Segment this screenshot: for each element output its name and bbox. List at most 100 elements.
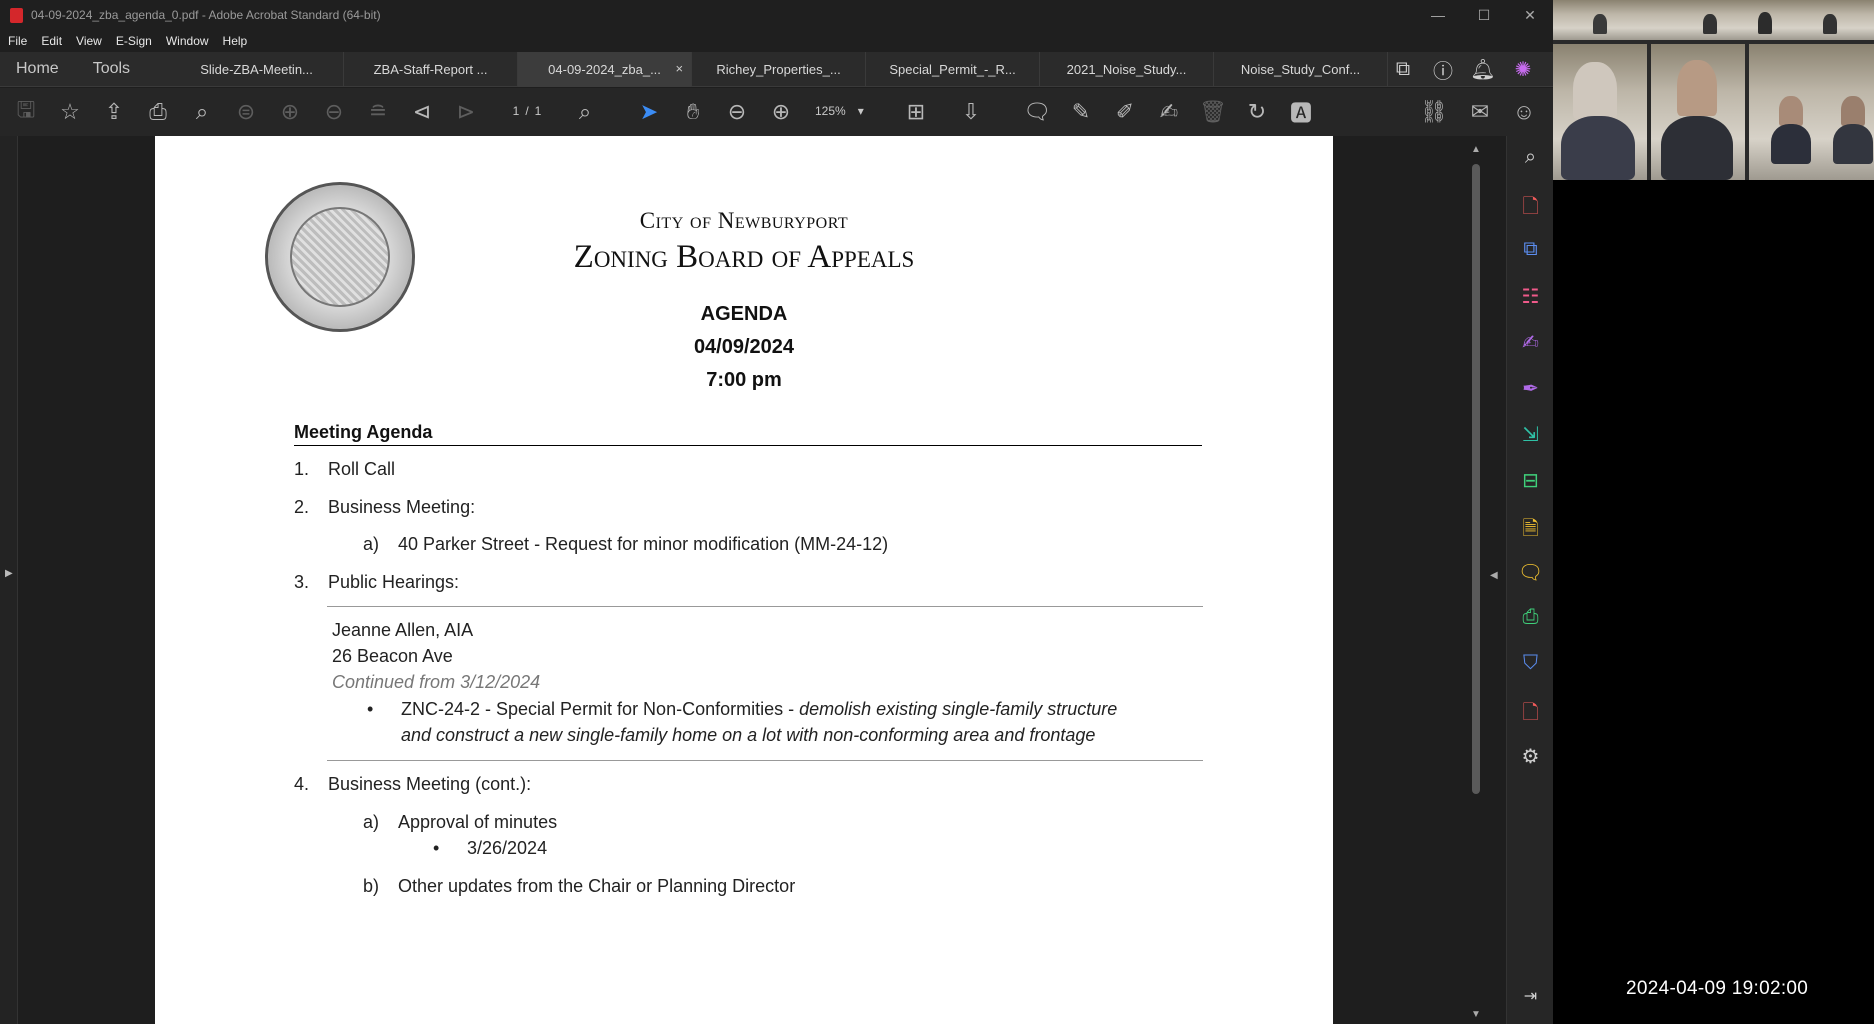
subitem-approval-minutes: Approval of minutes (398, 812, 558, 832)
help-icon[interactable]: ⓘ (1423, 55, 1463, 84)
marquee-zoom-icon[interactable]: ⌕ (569, 88, 601, 136)
compare-files-icon[interactable]: ⊟ (1507, 468, 1553, 493)
item-number: 3. (294, 572, 310, 592)
highlight-icon[interactable]: ✎ (1065, 88, 1097, 136)
edit-text-icon[interactable]: ✍︎ (1153, 88, 1185, 136)
comment-panel-icon[interactable]: 🗨︎ (1507, 560, 1553, 585)
create-pdf-icon[interactable]: 🗋︎ (1507, 192, 1553, 226)
page-up-icon[interactable]: ⊕ (274, 88, 306, 136)
more-tools-icon[interactable]: ⚙ (1507, 744, 1553, 769)
zoom-dropdown[interactable]: 125% ▾ (815, 100, 881, 122)
rotate-icon[interactable]: ↻ (1241, 88, 1273, 136)
delete-icon[interactable]: 🗑︎ (1197, 88, 1229, 136)
search-icon[interactable]: ⌕ (1507, 146, 1553, 169)
title-bar: 04-09-2024_zba_agenda_0.pdf - Adobe Acro… (0, 0, 1553, 30)
doc-tab[interactable]: 2021_Noise_Study... (1040, 51, 1215, 87)
hand-tool-icon[interactable]: ✋︎ (677, 88, 709, 136)
close-window-button[interactable]: ✕ (1507, 0, 1553, 30)
bullet: • (433, 838, 440, 858)
doc-tab-label: ZBA-Staff-Report ... (373, 61, 488, 77)
vertical-scrollbar[interactable]: ▲ ▼ (1468, 136, 1484, 1024)
print-icon[interactable]: ⎙ (142, 88, 174, 136)
item-business-meeting: Business Meeting: (328, 497, 476, 517)
comment-icon[interactable]: 🗨︎ (1021, 88, 1053, 136)
page-menu-icon[interactable]: ≘ (362, 88, 394, 136)
video-tile-participant (1651, 44, 1745, 180)
send-review-icon[interactable]: 🗎︎ (1507, 514, 1553, 548)
collapse-panel-icon[interactable]: ⇥ (1507, 986, 1553, 1006)
permit-label: ZNC-24-2 - Special Permit for Non-Confor… (401, 699, 800, 719)
acrobat-window: 04-09-2024_zba_agenda_0.pdf - Adobe Acro… (0, 0, 1553, 1024)
doc-tab[interactable]: ZBA-Staff-Report ... (344, 51, 519, 87)
scrollbar-thumb[interactable] (1472, 164, 1480, 794)
tab-home[interactable]: Home (0, 52, 77, 87)
agenda-date: 04/09/2024 (693, 336, 795, 358)
link-edit-icon[interactable]: ⛓︎ (1418, 88, 1450, 136)
doc-tab[interactable]: Noise_Study_Conf... (1214, 51, 1389, 87)
item-number: 1. (294, 459, 310, 479)
menu-edit[interactable]: Edit (41, 34, 62, 48)
forward-icon[interactable]: ⊳ (450, 88, 482, 136)
bell-icon[interactable]: 🔔︎ (1463, 57, 1503, 82)
doc-tab-label: Noise_Study_Conf... (1240, 61, 1361, 77)
menu-view[interactable]: View (76, 34, 102, 48)
page-down-icon[interactable]: ⊖ (318, 88, 350, 136)
page-fit-icon[interactable]: ⊞ (900, 88, 932, 136)
scan-ocr-icon[interactable]: ⎙ (1507, 606, 1553, 629)
fill-sign-icon[interactable]: ✒︎ (1507, 376, 1553, 401)
menu-file[interactable]: File (8, 34, 27, 48)
export-pdf-icon[interactable]: ⇲ (1507, 422, 1553, 447)
save-icon[interactable]: 🖫 (10, 88, 42, 136)
permit-desc-line1: demolish existing single-family structur… (799, 699, 1118, 719)
scroll-up-icon[interactable]: ▲ (1471, 144, 1481, 155)
maximize-button[interactable]: ☐ (1461, 0, 1507, 30)
text-recognition-icon[interactable]: 🅰︎ (1285, 88, 1317, 136)
subitem-other-updates: Other updates from the Chair or Planning… (398, 876, 796, 896)
doc-tab[interactable]: Special_Permit_-_R... (866, 51, 1041, 87)
doc-tab-label: Richey_Properties_... (716, 61, 841, 77)
item-business-meeting-cont: Business Meeting (cont.): (328, 774, 532, 794)
page-number-box[interactable]: 1 / 1 (497, 100, 557, 122)
video-tile-room (1553, 0, 1874, 40)
bookmark-star-icon[interactable]: ☆ (54, 88, 86, 136)
left-nav-pane[interactable]: ▶ (0, 136, 18, 1024)
doc-tab[interactable]: Richey_Properties_... (692, 51, 867, 87)
upload-cloud-icon[interactable]: ⇪ (98, 88, 130, 136)
video-tile-participant (1553, 44, 1647, 180)
find-icon[interactable]: ⌕ (186, 88, 218, 136)
account-icon[interactable]: ☺ (1508, 88, 1540, 136)
protect-shield-icon[interactable]: ⛉ (1507, 652, 1553, 675)
scroll-down-icon[interactable]: ▼ (1471, 1009, 1481, 1020)
expand-left-pane-icon[interactable]: ▶ (5, 568, 13, 579)
request-signatures-icon[interactable]: ✍︎ (1507, 330, 1553, 355)
ai-assistant-icon[interactable]: ✺ (1503, 57, 1543, 82)
menu-esign[interactable]: E-Sign (116, 34, 152, 48)
zoom-in-icon[interactable]: ⊕ (765, 88, 797, 136)
doc-tab[interactable]: Slide-ZBA-Meetin... (170, 51, 345, 87)
scroll-mode-icon[interactable]: ⇩ (955, 88, 987, 136)
zoom-out-icon[interactable]: ⊖ (721, 88, 753, 136)
page-current[interactable]: 1 (513, 104, 520, 118)
menu-window[interactable]: Window (166, 34, 209, 48)
combine-files-icon[interactable]: ⧉ (1507, 238, 1553, 261)
fit-icon[interactable]: ⊜ (230, 88, 262, 136)
back-icon[interactable]: ⊲ (406, 88, 438, 136)
doc-tab-active[interactable]: 04-09-2024_zba_... × (518, 51, 693, 87)
draw-icon[interactable]: ✐ (1109, 88, 1141, 136)
right-tools-panel: ⌕ 🗋︎ ⧉ ☷ ✍︎ ✒︎ ⇲ ⊟ 🗎︎ 🗨︎ ⎙ ⛉ 🗋︎ ⚙ ⇥ (1506, 136, 1553, 1024)
select-cursor-icon[interactable]: ➤ (633, 88, 665, 136)
minimize-button[interactable]: — (1415, 0, 1461, 30)
video-tile-participant (1749, 44, 1874, 180)
share-screen-icon[interactable]: ⧉ (1383, 58, 1423, 81)
collapse-right-pane-icon[interactable]: ◀ (1490, 570, 1498, 581)
subitem-letter: b) (363, 876, 380, 896)
menu-help[interactable]: Help (223, 34, 248, 48)
city-name: City of Newburyport (639, 208, 849, 233)
chevron-down-icon: ▾ (857, 104, 864, 118)
bullet: • (367, 699, 374, 719)
acrobat-pdf-tool-icon[interactable]: 🗋︎ (1507, 698, 1553, 732)
email-icon[interactable]: ✉ (1464, 88, 1496, 136)
organize-pages-icon[interactable]: ☷ (1507, 284, 1553, 309)
close-tab-icon[interactable]: × (675, 61, 683, 76)
tab-tools[interactable]: Tools (77, 52, 170, 87)
